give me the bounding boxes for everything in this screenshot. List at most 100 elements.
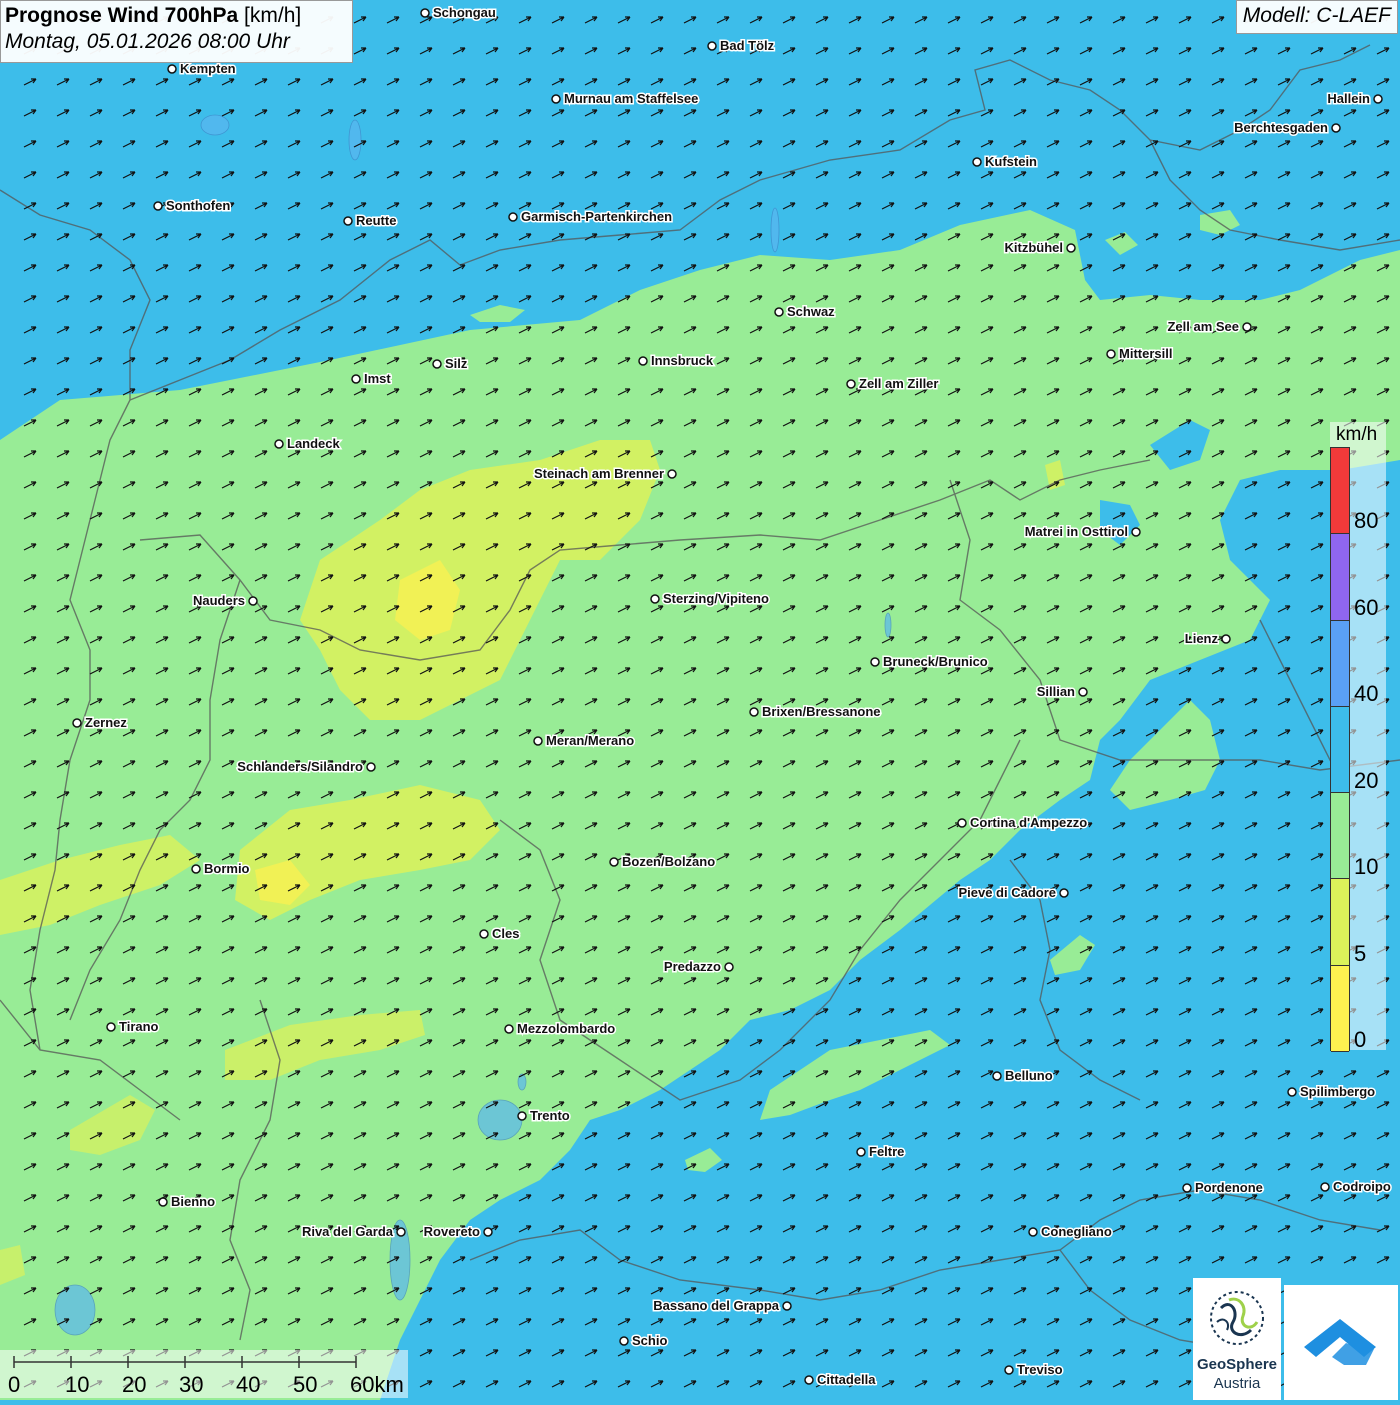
place-marker [774, 307, 784, 317]
place-label: Kempten [180, 61, 236, 76]
place-marker [667, 469, 677, 479]
place-label: Meran/Merano [546, 733, 634, 748]
scale-bar: 0 10 20 30 40 50 60km [0, 1350, 408, 1398]
place-marker [870, 657, 880, 667]
place-marker [1221, 634, 1231, 644]
place-label: Schlanders/Silandro [237, 759, 363, 774]
legend-color-segment [1331, 448, 1349, 535]
map-title-main: Prognose Wind 700hPa [5, 4, 239, 27]
legend-label: 40 [1354, 681, 1379, 706]
scale-label: 30 [179, 1372, 204, 1397]
place-marker [167, 64, 177, 74]
place-label: Schwaz [787, 304, 835, 319]
place-marker [343, 216, 353, 226]
place-marker [1182, 1183, 1192, 1193]
place-marker [533, 736, 543, 746]
place-label: Spilimbergo [1300, 1084, 1375, 1099]
place-label: Steinach am Brenner [534, 466, 664, 481]
legend-color-segment [1331, 879, 1349, 966]
place-marker [957, 818, 967, 828]
place-label: Bormio [204, 861, 250, 876]
place-label: Treviso [1017, 1362, 1063, 1377]
title-box: Prognose Wind 700hPa [km/h] Montag, 05.0… [0, 0, 353, 63]
place-marker [1106, 349, 1116, 359]
place-marker [551, 94, 561, 104]
place-marker [992, 1071, 1002, 1081]
place-label: Landeck [287, 436, 341, 451]
place-marker [504, 1024, 514, 1034]
place-marker [158, 1197, 168, 1207]
place-label: Bruneck/Brunico [883, 654, 988, 669]
color-legend: km/h 80 60 40 20 10 5 0 [1330, 422, 1386, 1052]
geosphere-logo-subtext: Austria [1213, 1375, 1261, 1392]
legend-color-segment [1331, 965, 1349, 1052]
scale-label: 0 [8, 1372, 21, 1397]
place-marker [972, 157, 982, 167]
scale-label: 10 [65, 1372, 90, 1397]
place-label: Zell am Ziller [859, 376, 938, 391]
geosphere-logo[interactable]: GeoSphere Austria [1193, 1278, 1281, 1400]
place-marker [483, 1227, 493, 1237]
place-marker [106, 1022, 116, 1032]
place-label: Zell am See [1167, 319, 1239, 334]
place-marker [846, 379, 856, 389]
place-marker [351, 374, 361, 384]
place-label: Kufstein [985, 154, 1037, 169]
place-label: Kitzbühel [1005, 240, 1064, 255]
place-marker [650, 594, 660, 604]
legend-color-bar [1330, 447, 1350, 1052]
place-label: Zernez [85, 715, 127, 730]
legend-label: 5 [1354, 940, 1367, 966]
place-label: Imst [364, 371, 391, 386]
place-marker [1131, 527, 1141, 537]
wind-map: Schongau Bad Tölz Kempten Murnau am Staffel… [0, 0, 1400, 1400]
legend-label: 60 [1354, 594, 1379, 620]
model-label: Modell: C-LAEF [1235, 0, 1398, 34]
place-label: Sterzing/Vipiteno [663, 591, 769, 606]
legend-label: 10 [1354, 854, 1379, 879]
place-label: Matrei in Osttirol [1025, 524, 1128, 539]
place-label: Cortina d'Ampezzo [970, 815, 1087, 830]
place-marker [517, 1111, 527, 1121]
place-marker [609, 857, 619, 867]
place-marker [1004, 1365, 1014, 1375]
place-marker [366, 762, 376, 772]
place-label: Schio [632, 1333, 667, 1348]
place-label: Feltre [869, 1144, 904, 1159]
place-label: Belluno [1005, 1068, 1053, 1083]
place-label: Hallein [1327, 91, 1370, 106]
place-label: Nauders [193, 593, 245, 608]
legend-label: 80 [1354, 508, 1379, 533]
scale-label: 60km [350, 1372, 404, 1397]
place-label: Bassano del Grappa [653, 1298, 779, 1313]
legend-unit: km/h [1336, 424, 1378, 445]
place-label: Bozen/Bolzano [622, 854, 715, 869]
place-label: Schongau [433, 5, 496, 20]
place-label: Predazzo [664, 959, 721, 974]
place-label: Pordenone [1195, 1180, 1263, 1195]
legend-color-segment [1331, 620, 1349, 707]
place-marker [638, 356, 648, 366]
map-title: Prognose Wind 700hPa [km/h] [5, 4, 352, 28]
app-logo[interactable] [1284, 1285, 1398, 1400]
place-label: Brixen/Bressanone [762, 704, 881, 719]
scale-ruler [13, 1356, 357, 1368]
legend-color-segment [1331, 706, 1349, 794]
legend-label: 0 [1354, 1027, 1367, 1052]
place-label: Mittersill [1119, 346, 1172, 361]
place-label: Lienz [1185, 631, 1219, 646]
place-marker [248, 596, 258, 606]
place-label: Murnau am Staffelsee [564, 91, 698, 106]
place-label: Pieve di Cadore [958, 885, 1056, 900]
legend-color-segment [1331, 534, 1349, 621]
place-label: Berchtesgaden [1234, 120, 1328, 135]
place-marker [420, 8, 430, 18]
place-marker [396, 1227, 406, 1237]
place-marker [1078, 687, 1088, 697]
place-marker [1242, 322, 1252, 332]
place-label: Reutte [356, 213, 396, 228]
place-marker [1287, 1087, 1297, 1097]
place-marker [274, 439, 284, 449]
place-label: Silz [445, 356, 468, 371]
place-marker [782, 1301, 792, 1311]
